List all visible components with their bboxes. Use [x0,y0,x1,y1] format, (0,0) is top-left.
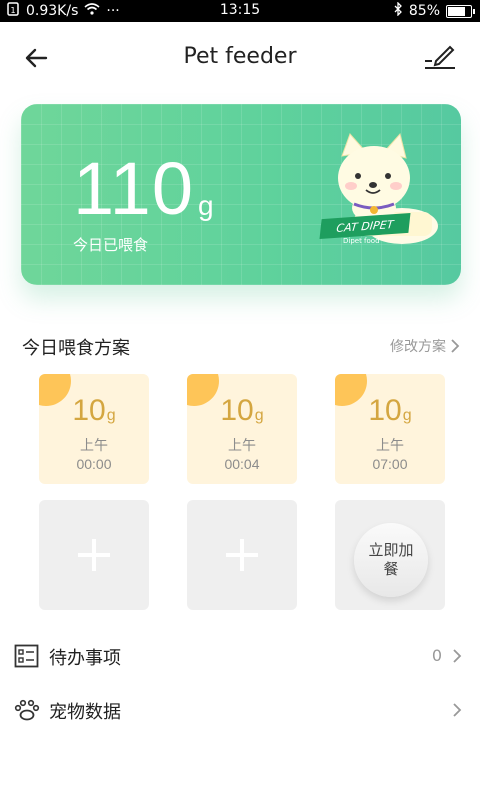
meal-amount: 10g [335,394,445,428]
paw-icon [14,699,40,721]
pen-edit-icon [425,45,455,69]
meal-period: 上午 [228,438,256,454]
chevron-right-icon [451,339,460,353]
meal-tile[interactable]: 10g 上午 00:04 [187,374,297,484]
battery-fill [448,7,465,16]
brand-subtitle: Dipet food [343,237,380,245]
todo-count: 0 [431,646,442,665]
edit-plan-label: 修改方案 [390,339,446,355]
today-fed-card: 110 g 今日已喂食 CAT DIPET Dipet food [21,104,461,285]
meal-period: 上午 [80,438,108,454]
app-header: Pet feeder [0,22,480,94]
chevron-right-icon [453,649,462,663]
list-item-pet-data[interactable]: 宠物数据 [14,690,466,730]
bluetooth-icon [393,1,403,20]
plus-icon [226,539,258,571]
meal-amount-value: 10 [72,394,106,427]
battery-percent: 85% [408,3,440,19]
pet-data-label: 宠物数据 [49,702,121,723]
add-meal-button[interactable] [39,500,149,610]
meal-tile[interactable]: 10g 上午 07:00 [335,374,445,484]
fed-amount-unit: g [197,190,214,221]
edit-plan-link[interactable]: 修改方案 [390,336,460,356]
meal-time: 00:04 [224,456,260,472]
meal-time: 00:00 [76,456,112,472]
meal-time: 07:00 [372,456,408,472]
feed-now-button[interactable]: 立即加餐 [354,523,428,597]
meal-amount-value: 10 [368,394,402,427]
meal-amount-unit: g [402,407,412,424]
meal-amount-unit: g [254,407,264,424]
fed-amount-value: 110 [73,147,194,230]
add-meal-button[interactable] [187,500,297,610]
fed-label: 今日已喂食 [73,236,149,254]
section-title: 今日喂食方案 [22,338,130,359]
plus-icon [78,539,110,571]
meal-amount-unit: g [106,407,116,424]
meal-amount-value: 10 [220,394,254,427]
checklist-icon [14,644,39,668]
today-fed-amount: 110 g [73,152,214,226]
battery-icon [446,5,475,18]
meal-amount: 10g [39,394,149,428]
page-title: Pet feeder [183,44,297,69]
meal-period: 上午 [376,438,404,454]
list-item-todo[interactable]: 待办事项 0 [14,636,466,676]
todo-label: 待办事项 [49,648,121,669]
feeding-plan-header: 今日喂食方案 修改方案 [22,334,460,360]
status-bar: 1 0.93K/s ··· 13:15 85% [0,0,480,22]
status-right: 85% [393,1,475,20]
meal-amount: 10g [187,394,297,428]
feed-now-tile: 立即加餐 [335,500,445,610]
chevron-right-icon [453,703,462,717]
edit-button[interactable] [422,38,458,74]
meal-tile[interactable]: 10g 上午 00:00 [39,374,149,484]
